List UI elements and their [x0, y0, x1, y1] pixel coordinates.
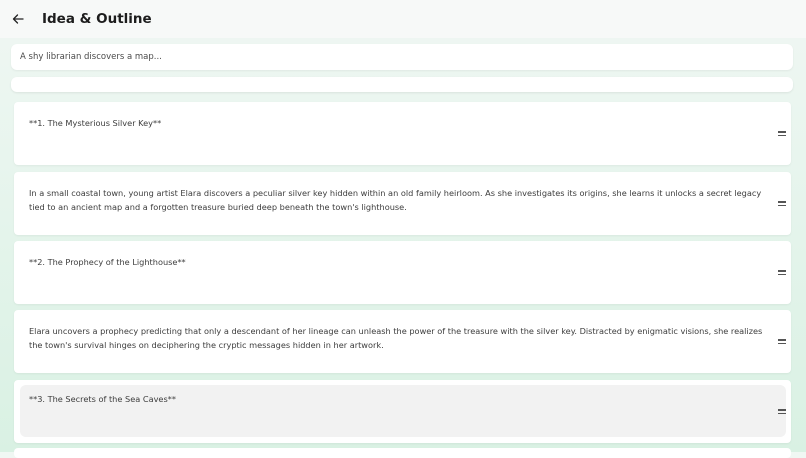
outline-item-4[interactable]: Elara uncovers a prophecy predicting tha… [14, 310, 791, 373]
outline-item-5[interactable]: **3. The Secrets of the Sea Caves** [14, 380, 791, 443]
outline-item-next[interactable] [14, 448, 791, 458]
drag-handle-icon[interactable] [778, 199, 788, 208]
idea-input-value[interactable]: A shy librarian discovers a map... [20, 52, 162, 62]
page-title: Idea & Outline [42, 11, 152, 27]
drag-handle-icon[interactable] [778, 407, 788, 416]
outline-item-text[interactable]: **2. The Prophecy of the Lighthouse** [29, 255, 764, 269]
back-button[interactable] [8, 9, 28, 29]
drag-handle-icon[interactable] [778, 268, 788, 277]
empty-outline-field[interactable] [11, 77, 793, 92]
outline-item-1[interactable]: **1. The Mysterious Silver Key** [14, 102, 791, 165]
drag-handle-icon[interactable] [778, 129, 788, 138]
outline-item-text[interactable]: **1. The Mysterious Silver Key** [29, 116, 764, 130]
outline-item-text[interactable]: **3. The Secrets of the Sea Caves** [29, 392, 764, 406]
app-bar: Idea & Outline [0, 0, 806, 38]
drag-handle-icon[interactable] [778, 337, 788, 346]
outline-item-2[interactable]: In a small coastal town, young artist El… [14, 172, 791, 235]
arrow-left-icon [12, 14, 24, 24]
outline-item-text[interactable]: In a small coastal town, young artist El… [29, 186, 764, 214]
outline-item-3[interactable]: **2. The Prophecy of the Lighthouse** [14, 241, 791, 304]
idea-input-field[interactable]: A shy librarian discovers a map... [11, 44, 793, 70]
outline-item-text[interactable]: Elara uncovers a prophecy predicting tha… [29, 324, 764, 352]
